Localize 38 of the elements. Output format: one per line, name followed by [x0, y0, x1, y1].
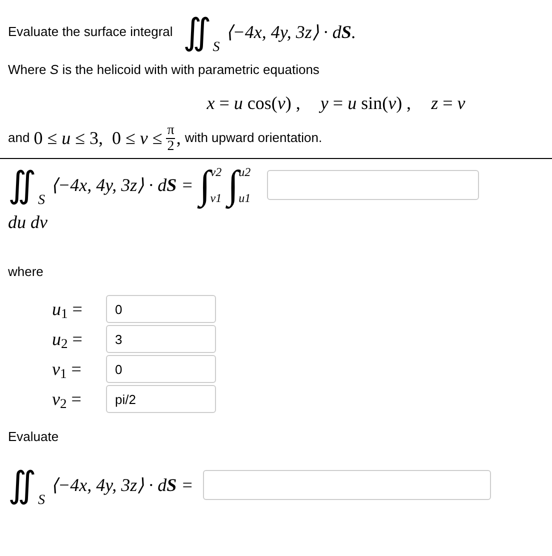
differentials: du dv — [8, 210, 48, 234]
integral-sign: ∬ — [8, 464, 36, 506]
equation: z = v — [431, 92, 466, 114]
prompt-text: Evaluate the surface integral — [8, 23, 173, 42]
section-label: Evaluate — [8, 428, 60, 446]
integral-domain: S — [38, 192, 45, 210]
fraction-denominator: 2 — [167, 138, 174, 154]
integral-sign: ∫ — [199, 160, 210, 208]
answer-field[interactable] — [203, 470, 492, 500]
lower-limit: u1 — [238, 190, 251, 204]
equation: x = u cos(v) , — [206, 92, 300, 115]
limit-field[interactable]: 3 — [106, 325, 216, 353]
limit-label: u$_{2}$ = — [52, 328, 84, 352]
upper-limit: u2 — [238, 164, 251, 178]
integral-sign: ∬ — [182, 11, 211, 54]
integral-sign: ∫ — [228, 160, 239, 208]
limit-field[interactable]: 0 — [106, 355, 216, 383]
answer-field[interactable] — [266, 170, 479, 200]
prompt-text: Where S is the helicoid with with parametric equations — [8, 61, 320, 79]
lower-limit: v1 — [210, 190, 222, 204]
integral-sign: ∬ — [8, 164, 36, 206]
limit-label: v$_{2}$ = — [52, 388, 82, 412]
comma: , — [176, 126, 181, 150]
integrand: ⟨−4x, 4y, 3z⟩ · dS = — [51, 174, 194, 197]
limit-label: v$_{1}$ = — [52, 358, 82, 382]
integrand: ⟨−4x, 4y, 3z⟩ · dS. — [226, 21, 356, 44]
prompt-text: and — [8, 129, 30, 148]
inequality: 0 ≤ u ≤ 3, 0 ≤ v ≤ — [34, 126, 162, 150]
limit-label: u$_{1}$ = — [52, 298, 84, 322]
integral-domain: S — [212, 39, 220, 57]
section-label: where — [8, 262, 44, 280]
limit-field[interactable]: pi/2 — [106, 385, 216, 413]
integrand: ⟨−4x, 4y, 3z⟩ · dS = — [51, 474, 194, 497]
prompt-text: with upward orientation. — [184, 129, 322, 148]
limit-field[interactable]: 0 — [106, 295, 216, 323]
integral-domain: S — [38, 492, 45, 510]
equation: y = u sin(v) , — [320, 92, 412, 115]
fraction-numerator: π — [166, 122, 176, 138]
